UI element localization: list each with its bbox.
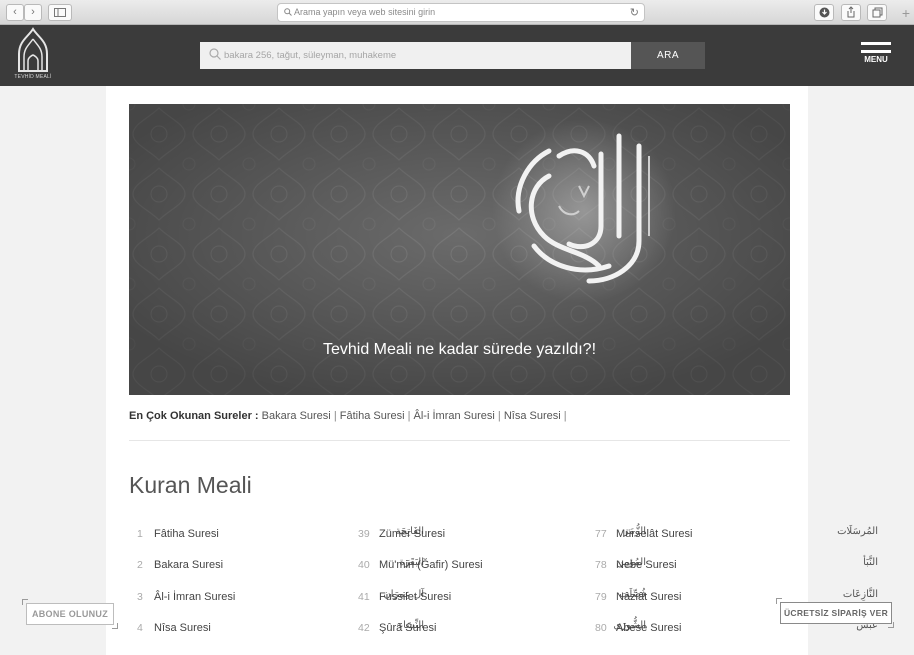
- menu-label: MENU: [864, 55, 888, 64]
- separator: |: [407, 410, 411, 422]
- banner-caption[interactable]: Tevhid Meali ne kadar sürede yazıldı?!: [129, 341, 790, 359]
- surah-arabic: المُرسَلَات: [837, 526, 878, 537]
- corner-decoration: [112, 623, 118, 629]
- surah-name[interactable]: Zümer Suresi: [379, 528, 445, 540]
- popular-link-bakara[interactable]: Bakara Suresi: [262, 410, 331, 422]
- new-tab-button[interactable]: +: [902, 6, 910, 20]
- separator: |: [333, 410, 337, 422]
- popular-link-fatiha[interactable]: Fâtiha Suresi: [340, 410, 405, 422]
- sidebar-toggle-button[interactable]: [48, 4, 72, 21]
- surah-item[interactable]: 3 Âl-i İmran Suresi آل عِمرَان: [137, 587, 424, 607]
- surah-item[interactable]: 39 Zümer Suresi الزُّمَر: [358, 524, 646, 544]
- site-header: TEVHİD MEALİ ARA MENU: [0, 25, 914, 86]
- address-placeholder: Arama yapın veya web sitesini girin: [284, 7, 435, 17]
- surah-number: 79: [595, 591, 607, 603]
- back-button[interactable]: ‹: [6, 4, 24, 21]
- surah-name[interactable]: Şûrâ Suresi: [379, 622, 436, 634]
- menu-icon: [861, 42, 891, 45]
- share-button[interactable]: [841, 4, 861, 21]
- search-icon: [209, 48, 221, 60]
- surah-number: 77: [595, 528, 607, 540]
- surah-arabic: النَّبَأ: [863, 557, 878, 568]
- divider: [129, 440, 790, 441]
- hero-banner[interactable]: Tevhid Meali ne kadar sürede yazıldı?!: [129, 104, 790, 395]
- surah-name[interactable]: Âl-i İmran Suresi: [154, 591, 235, 603]
- surah-arabic: النَّازِعَات: [842, 589, 878, 600]
- surah-number: 3: [137, 591, 143, 603]
- corner-decoration: [22, 599, 28, 605]
- separator: |: [497, 410, 501, 422]
- surah-item[interactable]: 4 Nîsa Suresi النِّسَاء: [137, 618, 424, 638]
- surah-name[interactable]: Bakara Suresi: [154, 559, 223, 571]
- surah-number: 2: [137, 559, 143, 571]
- separator: |: [563, 410, 567, 422]
- corner-decoration: [776, 598, 782, 604]
- menu-icon-bar: [861, 50, 891, 53]
- surah-item[interactable]: 77 Mürselât Suresi المُرسَلَات: [595, 524, 878, 544]
- site-logo[interactable]: TEVHİD MEALİ: [14, 27, 52, 85]
- browser-toolbar: ‹ › Arama yapın veya web sitesini girin …: [0, 0, 914, 25]
- surah-name[interactable]: Abese Suresi: [616, 622, 681, 634]
- surah-item[interactable]: 42 Şûrâ Suresi الشُّورَى: [358, 618, 646, 638]
- surah-number: 78: [595, 559, 607, 571]
- search-bar: [200, 42, 631, 69]
- popular-link-nisa[interactable]: Nîsa Suresi: [504, 410, 561, 422]
- surah-name[interactable]: Mürselât Suresi: [616, 528, 692, 540]
- popular-label: En Çok Okunan Sureler :: [129, 410, 259, 422]
- corner-decoration: [888, 622, 894, 628]
- surah-number: 39: [358, 528, 370, 540]
- surah-item[interactable]: 41 Fussilet Suresi فُصِّلَت: [358, 587, 646, 607]
- surah-item[interactable]: 1 Fâtiha Suresi الفَاتِحَة: [137, 524, 424, 544]
- surah-name[interactable]: Nebe Suresi: [616, 559, 677, 571]
- free-order-button[interactable]: ÜCRETSİZ SİPARİŞ VER: [780, 602, 892, 624]
- surah-number: 1: [137, 528, 143, 540]
- section-title: Kuran Meali: [129, 472, 252, 498]
- logo-text: TEVHİD MEALİ: [14, 74, 52, 80]
- download-icon: [819, 7, 829, 18]
- surah-number: 42: [358, 622, 370, 634]
- surah-item[interactable]: 80 Abese Suresi عَبَسَ: [595, 618, 878, 638]
- quran-calligraphy-emblem: [492, 119, 676, 303]
- popular-surahs: En Çok Okunan Sureler : Bakara Suresi | …: [129, 410, 567, 422]
- surah-item[interactable]: 40 Mü'min (Ğafir) Suresi المُؤمِن: [358, 555, 646, 575]
- forward-button[interactable]: ›: [24, 4, 42, 21]
- subscribe-button[interactable]: ABONE OLUNUZ: [26, 603, 114, 625]
- surah-name[interactable]: Nîsa Suresi: [154, 622, 211, 634]
- surah-name[interactable]: Mü'min (Ğafir) Suresi: [379, 559, 483, 571]
- downloads-button[interactable]: [814, 4, 834, 21]
- reload-icon[interactable]: ↻: [630, 6, 639, 19]
- search-button[interactable]: ARA: [631, 42, 705, 69]
- surah-number: 40: [358, 559, 370, 571]
- share-icon: [847, 6, 855, 18]
- search-icon: [284, 8, 292, 16]
- tabs-button[interactable]: [867, 4, 887, 21]
- surah-item[interactable]: 79 Nâziât Suresi النَّازِعَات: [595, 587, 878, 607]
- surah-item[interactable]: 78 Nebe Suresi النَّبَأ: [595, 555, 878, 575]
- surah-name[interactable]: Nâziât Suresi: [616, 591, 681, 603]
- tabs-icon: [872, 7, 882, 18]
- address-bar[interactable]: Arama yapın veya web sitesini girin ↻: [277, 3, 645, 22]
- surah-number: 4: [137, 622, 143, 634]
- popular-link-ali-imran[interactable]: Âl-i İmran Suresi: [414, 410, 495, 422]
- surah-number: 41: [358, 591, 370, 603]
- mosque-dome-icon: [18, 27, 48, 72]
- menu-button[interactable]: MENU: [860, 42, 892, 74]
- surah-name[interactable]: Fâtiha Suresi: [154, 528, 219, 540]
- surah-name[interactable]: Fussilet Suresi: [379, 591, 451, 603]
- surah-item[interactable]: 2 Bakara Suresi البَقَرَة: [137, 555, 424, 575]
- sidebar-icon: [54, 8, 66, 17]
- surah-number: 80: [595, 622, 607, 634]
- search-input[interactable]: [224, 42, 624, 69]
